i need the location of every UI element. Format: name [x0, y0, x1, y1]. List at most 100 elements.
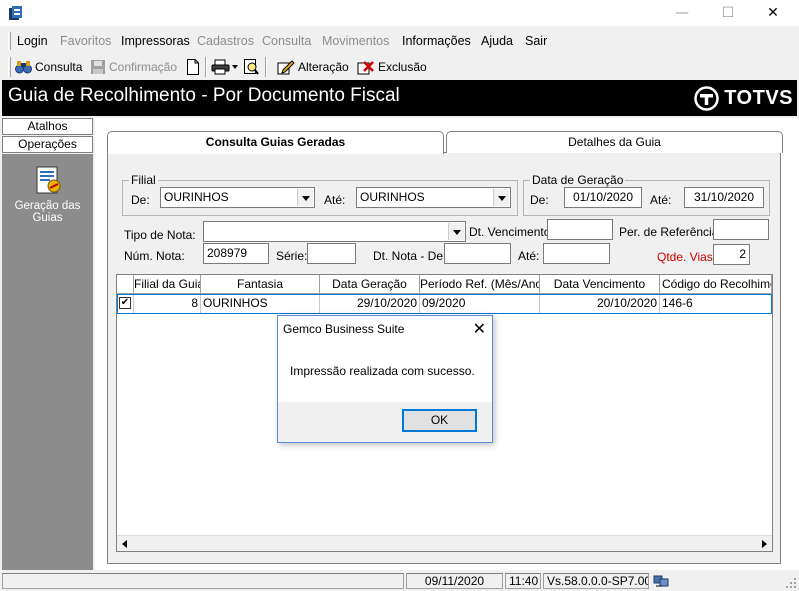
filial-ate-select[interactable]: OURINHOS: [356, 187, 511, 208]
chevron-down-icon[interactable]: [297, 189, 313, 206]
dialog-body: Impressão realizada com sucesso.: [278, 342, 492, 402]
tipo-nota-label: Tipo de Nota:: [124, 228, 196, 242]
dt-vencimento-input[interactable]: [547, 219, 613, 240]
data-ate-label: Até:: [650, 193, 672, 207]
tab-consulta-guias[interactable]: Consulta Guias Geradas: [107, 131, 444, 154]
totvs-logo: TOTVS: [694, 86, 793, 111]
binoculars-icon: [15, 61, 32, 74]
status-message-cell: [2, 573, 404, 589]
exclusao-button[interactable]: Exclusão: [357, 58, 427, 76]
alteracao-label: Alteração: [298, 60, 349, 74]
ok-button[interactable]: OK: [402, 409, 477, 432]
filial-ate-value: OURINHOS: [360, 190, 425, 204]
menu-ajuda[interactable]: Ajuda: [481, 34, 513, 48]
dialog-title: Gemco Business Suite: [283, 322, 405, 336]
resize-grip-icon[interactable]: [785, 577, 797, 589]
sidebar-panel: Geração das Guias: [2, 154, 93, 570]
grid-header-periodo[interactable]: Período Ref. (Mês/Ano): [420, 275, 540, 294]
qtde-vias-input[interactable]: 2: [713, 244, 750, 265]
menu-login[interactable]: Login: [17, 34, 48, 48]
dt-nota-ate-label: Até:: [518, 249, 540, 263]
toolbar: Consulta Confirmação Alteração Exclusão: [0, 55, 799, 79]
serie-input[interactable]: [307, 243, 356, 264]
data-de-input[interactable]: 01/10/2020: [564, 187, 642, 208]
printer-icon[interactable]: [211, 59, 231, 75]
dialog-titlebar: Gemco Business Suite ✕: [278, 316, 492, 342]
filial-ate-label: Até:: [324, 193, 346, 207]
toolbar-separator: [205, 57, 207, 77]
dt-nota-ate-input[interactable]: [543, 243, 610, 264]
dt-nota-de-input[interactable]: [444, 243, 511, 264]
consulta-label: Consulta: [35, 60, 83, 74]
status-bar: 09/11/2020 11:40 Vs.58.0.0.0-SP7.00.3: [0, 571, 799, 591]
num-nota-label: Núm. Nota:: [124, 249, 185, 263]
save-icon: [91, 60, 105, 74]
new-document-icon[interactable]: [186, 59, 200, 75]
grid-header-vencimento[interactable]: Data Vencimento: [540, 275, 660, 294]
sidebar-tab-operacoes[interactable]: Operações: [2, 136, 93, 153]
consulta-button[interactable]: Consulta: [15, 58, 82, 76]
status-version: Vs.58.0.0.0-SP7.00.3: [543, 573, 649, 589]
menu-bar: Login Favoritos Impressoras Cadastros Co…: [0, 30, 799, 52]
num-nota-input[interactable]: 208979: [203, 243, 269, 264]
message-dialog: Gemco Business Suite ✕ Impressão realiza…: [277, 315, 493, 443]
dt-nota-de-label: Dt. Nota - De:: [373, 249, 447, 263]
filial-de-label: De:: [131, 193, 150, 207]
filial-legend: Filial: [129, 173, 158, 187]
data-geracao-legend: Data de Geração: [530, 173, 626, 187]
grid-header-data-geracao[interactable]: Data Geração: [320, 275, 420, 294]
sidebar-tab-atalhos[interactable]: Atalhos: [2, 118, 93, 135]
grid-header-fantasia[interactable]: Fantasia: [201, 275, 320, 294]
status-time: 11:40: [505, 573, 541, 589]
dialog-close-icon[interactable]: ✕: [473, 319, 486, 338]
grid-header-codigo[interactable]: Código do Recolhimento: [660, 275, 772, 294]
page-title: Guia de Recolhimento - Por Documento Fis…: [8, 85, 400, 106]
menu-favoritos[interactable]: Favoritos: [60, 34, 111, 48]
tipo-nota-select[interactable]: [203, 221, 466, 242]
scroll-left-icon[interactable]: [122, 540, 127, 548]
filial-de-value: OURINHOS: [164, 190, 229, 204]
dt-vencimento-label: Dt. Vencimento:: [469, 225, 554, 239]
data-ate-input[interactable]: 31/10/2020: [684, 187, 764, 208]
grid-header-select: [117, 275, 134, 294]
page-header: Guia de Recolhimento - Por Documento Fis…: [2, 80, 797, 116]
confirmacao-button[interactable]: Confirmação: [90, 58, 177, 76]
menu-grip: [8, 32, 11, 50]
close-window-button[interactable]: ✕: [750, 0, 796, 26]
print-preview-icon[interactable]: [243, 58, 259, 76]
per-referencia-input[interactable]: [713, 219, 769, 240]
sidebar-item-geracao-guias[interactable]: Geração das Guias: [2, 164, 93, 224]
menu-cadastros[interactable]: Cadastros: [197, 34, 254, 48]
chevron-down-icon[interactable]: [493, 189, 509, 206]
totvs-logo-icon: [694, 86, 719, 111]
grid-header-filial[interactable]: Filial da Guia: [134, 275, 201, 294]
data-de-label: De:: [530, 193, 549, 207]
sidebar-item-label-2: Guias: [32, 212, 63, 224]
menu-consulta[interactable]: Consulta: [262, 34, 311, 48]
document-report-icon: [36, 166, 60, 194]
delete-icon: [357, 61, 374, 75]
alteracao-button[interactable]: Alteração: [277, 58, 349, 76]
exclusao-label: Exclusão: [378, 60, 427, 74]
selected-row-outline: [117, 294, 772, 314]
menu-informacoes[interactable]: Informações: [402, 34, 471, 48]
dialog-message: Impressão realizada com sucesso.: [290, 364, 475, 378]
minimize-button[interactable]: —: [659, 0, 705, 26]
edit-icon: [277, 60, 295, 75]
network-icon: [653, 575, 669, 587]
menu-impressoras[interactable]: Impressoras: [121, 34, 190, 48]
printer-dropdown-icon[interactable]: [232, 65, 238, 69]
toolbar-grip: [8, 57, 11, 77]
menu-sair[interactable]: Sair: [525, 34, 547, 48]
maximize-button[interactable]: ☐: [705, 0, 751, 26]
horizontal-scrollbar[interactable]: [117, 535, 772, 551]
sidebar-item-label-1: Geração das: [14, 200, 81, 212]
tab-detalhes-guia[interactable]: Detalhes da Guia: [446, 131, 783, 153]
qtde-vias-label: Qtde. Vias:: [657, 250, 717, 264]
toolbar-separator: [265, 57, 267, 77]
chevron-down-icon[interactable]: [448, 223, 464, 240]
status-date: 09/11/2020: [406, 573, 503, 589]
menu-movimentos[interactable]: Movimentos: [322, 34, 389, 48]
filial-de-select[interactable]: OURINHOS: [160, 187, 315, 208]
scroll-right-icon[interactable]: [762, 540, 767, 548]
